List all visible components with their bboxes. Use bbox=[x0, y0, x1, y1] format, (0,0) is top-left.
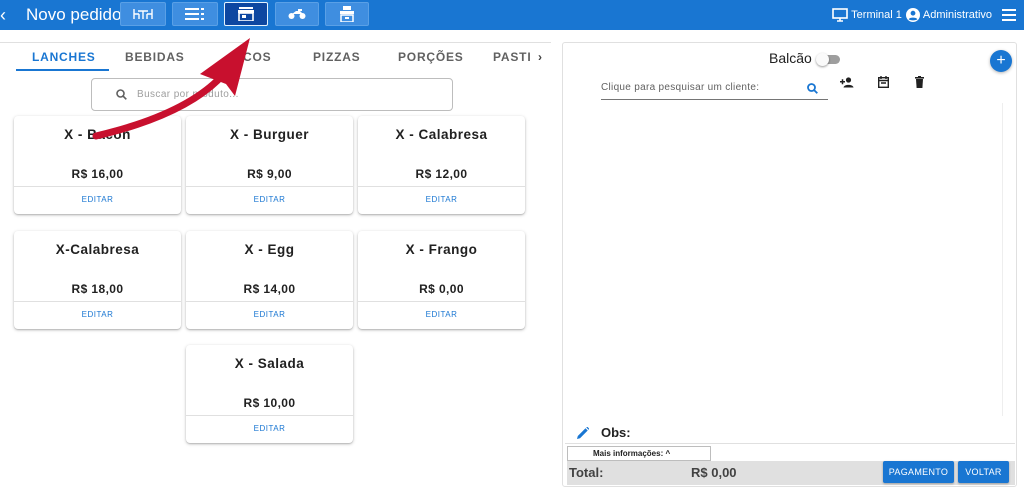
edit-button[interactable]: EDITAR bbox=[186, 310, 353, 319]
store-mode-button[interactable] bbox=[224, 2, 268, 26]
total-label: Total: bbox=[569, 465, 604, 480]
product-name: X - Burguer bbox=[229, 127, 309, 142]
edit-button[interactable]: EDITAR bbox=[186, 424, 353, 433]
card-divider bbox=[358, 186, 525, 187]
obs-label: Obs: bbox=[601, 425, 631, 440]
pencil-icon[interactable] bbox=[577, 426, 589, 439]
card-divider bbox=[186, 301, 353, 302]
client-search-placeholder: Clique para pesquisar um cliente: bbox=[601, 82, 760, 93]
product-price: R$ 0,00 bbox=[419, 282, 464, 296]
menu-icon[interactable] bbox=[1002, 9, 1016, 21]
search-icon[interactable] bbox=[807, 83, 818, 94]
card-divider bbox=[358, 301, 525, 302]
active-tab-indicator bbox=[16, 69, 109, 71]
category-tabs: LANCHES BEBIDAS COS PIZZAS PORÇÕES PASTI bbox=[16, 43, 551, 71]
product-card[interactable]: X - Egg R$ 14,00 EDITAR bbox=[186, 231, 353, 329]
toggle-knob bbox=[816, 53, 829, 66]
calendar-icon bbox=[877, 76, 889, 88]
product-card[interactable]: X-Calabresa R$ 18,00 EDITAR bbox=[14, 231, 181, 329]
observations[interactable]: Obs: bbox=[577, 425, 631, 440]
back-icon[interactable]: ‹ bbox=[0, 5, 10, 25]
list-mode-button[interactable] bbox=[172, 2, 218, 26]
product-card[interactable]: X - Burguer R$ 9,00 EDITAR bbox=[186, 116, 353, 214]
product-price: R$ 16,00 bbox=[71, 167, 124, 181]
trash-icon bbox=[914, 76, 924, 88]
product-name: X - Salada bbox=[234, 356, 305, 371]
product-name: X - Egg bbox=[244, 242, 295, 257]
product-name: X - Frango bbox=[405, 242, 478, 257]
product-price: R$ 12,00 bbox=[415, 167, 468, 181]
top-app-bar: ‹ Novo pedido Terminal 1 Administrativo bbox=[0, 0, 1024, 30]
search-placeholder: Buscar por produto... bbox=[137, 89, 239, 100]
terminal-info: Terminal 1 Administrativo bbox=[832, 5, 1016, 25]
terminal-label: Terminal 1 bbox=[851, 9, 902, 21]
divider bbox=[565, 443, 1015, 444]
tab-pizzas[interactable]: PIZZAS bbox=[313, 50, 360, 64]
tables-mode-button[interactable] bbox=[120, 2, 166, 26]
product-price: R$ 14,00 bbox=[243, 282, 296, 296]
product-name: X - Bacon bbox=[64, 127, 131, 142]
order-items-area bbox=[565, 103, 1003, 416]
balcao-toggle[interactable] bbox=[816, 53, 840, 66]
tab-porcoes[interactable]: PORÇÕES bbox=[398, 50, 464, 64]
tab-bebidas[interactable]: BEBIDAS bbox=[125, 50, 185, 64]
tabs-next-icon[interactable]: › bbox=[530, 43, 550, 71]
monitor-icon bbox=[832, 8, 848, 22]
product-price: R$ 10,00 bbox=[243, 396, 296, 410]
motorcycle-icon bbox=[288, 9, 306, 19]
card-divider bbox=[186, 415, 353, 416]
card-divider bbox=[14, 301, 181, 302]
product-card[interactable]: X - Frango R$ 0,00 EDITAR bbox=[358, 231, 525, 329]
add-client-button[interactable] bbox=[839, 74, 855, 90]
client-search-input[interactable]: Clique para pesquisar um cliente: bbox=[601, 76, 828, 100]
page-title: Novo pedido bbox=[26, 5, 122, 24]
edit-button[interactable]: EDITAR bbox=[358, 310, 525, 319]
tab-lanches[interactable]: LANCHES bbox=[32, 50, 96, 64]
product-card[interactable]: X - Bacon R$ 16,00 EDITAR bbox=[14, 116, 181, 214]
product-catalog-panel: LANCHES BEBIDAS COS PIZZAS PORÇÕES PASTI… bbox=[0, 42, 551, 487]
list-icon bbox=[185, 8, 204, 20]
product-name: X - Calabresa bbox=[395, 127, 488, 142]
product-price: R$ 18,00 bbox=[71, 282, 124, 296]
total-value: R$ 0,00 bbox=[691, 465, 737, 480]
user-label[interactable]: Administrativo bbox=[923, 9, 992, 21]
product-card[interactable]: X - Calabresa R$ 12,00 EDITAR bbox=[358, 116, 525, 214]
edit-button[interactable]: EDITAR bbox=[358, 195, 525, 204]
tab-doces[interactable]: COS bbox=[243, 50, 271, 64]
account-circle-icon bbox=[905, 8, 920, 22]
counter-mode-button[interactable] bbox=[325, 2, 369, 26]
more-info-toggle[interactable]: Mais informações: ^ bbox=[567, 446, 711, 461]
back-button[interactable]: VOLTAR bbox=[958, 461, 1009, 483]
product-search-input[interactable]: Buscar por produto... bbox=[91, 78, 453, 111]
person-add-icon bbox=[840, 76, 854, 87]
edit-button[interactable]: EDITAR bbox=[14, 195, 181, 204]
order-panel: Balcão + Clique para pesquisar um client… bbox=[562, 42, 1017, 487]
counter-icon bbox=[340, 6, 354, 22]
edit-button[interactable]: EDITAR bbox=[14, 310, 181, 319]
product-name: X-Calabresa bbox=[55, 242, 140, 257]
delivery-mode-button[interactable] bbox=[275, 2, 319, 26]
product-card[interactable]: X - Salada R$ 10,00 EDITAR bbox=[186, 345, 353, 443]
card-divider bbox=[186, 186, 353, 187]
schedule-button[interactable] bbox=[875, 74, 891, 90]
clear-order-button[interactable] bbox=[911, 74, 927, 90]
card-divider bbox=[14, 186, 181, 187]
mode-label: Balcão bbox=[769, 50, 812, 66]
tables-icon bbox=[133, 9, 153, 19]
tab-pasteis[interactable]: PASTI bbox=[493, 50, 531, 64]
store-icon bbox=[238, 7, 254, 21]
search-icon bbox=[116, 89, 127, 100]
edit-button[interactable]: EDITAR bbox=[186, 195, 353, 204]
product-price: R$ 9,00 bbox=[247, 167, 292, 181]
payment-button[interactable]: PAGAMENTO bbox=[883, 461, 954, 483]
add-button[interactable]: + bbox=[990, 50, 1012, 72]
